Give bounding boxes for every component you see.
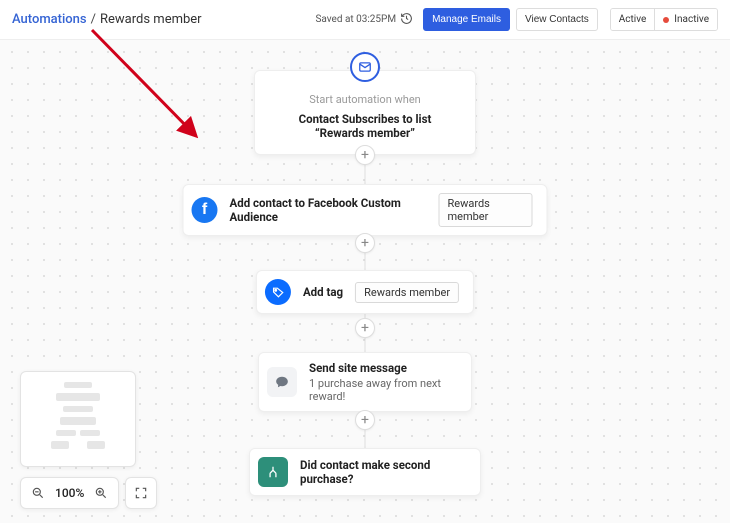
top-header: Automations / Rewards member Saved at 03… [0, 0, 730, 40]
add-step-button[interactable]: + [355, 410, 375, 430]
facebook-audience-card[interactable]: f Add contact to Facebook Custom Audienc… [183, 184, 548, 236]
breadcrumb-current: Rewards member [100, 12, 202, 27]
condition-icon [258, 457, 288, 487]
facebook-audience-chip: Rewards member [438, 193, 532, 227]
zoom-in-button[interactable] [92, 484, 110, 502]
condition-card[interactable]: Did contact make second purchase? [249, 448, 481, 496]
facebook-label: Add contact to Facebook Custom Audience [230, 196, 427, 224]
zoom-out-button[interactable] [29, 484, 47, 502]
tag-chip: Rewards member [355, 282, 459, 303]
breadcrumb-automations-link[interactable]: Automations [12, 12, 87, 27]
breadcrumb: Automations / Rewards member [12, 12, 202, 27]
status-inactive-button[interactable]: Inactive [654, 9, 717, 30]
add-step-button[interactable]: + [355, 145, 375, 165]
add-step-button[interactable]: + [355, 233, 375, 253]
inactive-dot-icon [663, 17, 669, 23]
zoom-group: 100% [20, 477, 119, 509]
message-icon [267, 367, 297, 397]
breadcrumb-separator: / [91, 12, 96, 27]
history-icon[interactable] [400, 12, 413, 28]
tag-icon [265, 279, 291, 305]
status-active-button[interactable]: Active [611, 9, 655, 30]
add-tag-card[interactable]: Add tag Rewards member [256, 270, 474, 314]
header-right: Saved at 03:25PM Manage Emails View Cont… [315, 8, 718, 31]
trigger-title: Contact Subscribes to list “Rewards memb… [273, 112, 457, 140]
trigger-subtitle: Start automation when [309, 93, 420, 106]
saved-label: Saved at 03:25PM [315, 14, 396, 25]
minimap[interactable] [20, 371, 136, 467]
view-contacts-button[interactable]: View Contacts [516, 8, 598, 31]
site-message-card[interactable]: Send site message 1 purchase away from n… [258, 352, 472, 412]
site-message-text: Send site message 1 purchase away from n… [309, 361, 457, 403]
trigger-card[interactable]: Start automation when Contact Subscribes… [254, 70, 476, 155]
add-step-button[interactable]: + [355, 318, 375, 338]
zoom-controls: 100% [20, 477, 157, 509]
status-toggle: Active Inactive [610, 8, 718, 31]
site-message-label: Send site message [309, 361, 457, 375]
condition-label: Did contact make second purchase? [300, 458, 466, 486]
saved-status: Saved at 03:25PM [315, 12, 413, 28]
facebook-icon: f [192, 197, 218, 223]
status-inactive-label: Inactive [674, 14, 709, 25]
trigger-email-icon[interactable] [350, 52, 380, 82]
automation-canvas[interactable]: Start automation when Contact Subscribes… [0, 40, 730, 523]
zoom-value: 100% [55, 486, 84, 500]
manage-emails-button[interactable]: Manage Emails [423, 8, 510, 31]
add-tag-label: Add tag [303, 285, 343, 299]
site-message-sub: 1 purchase away from next reward! [309, 377, 457, 403]
fullscreen-button[interactable] [125, 477, 157, 509]
